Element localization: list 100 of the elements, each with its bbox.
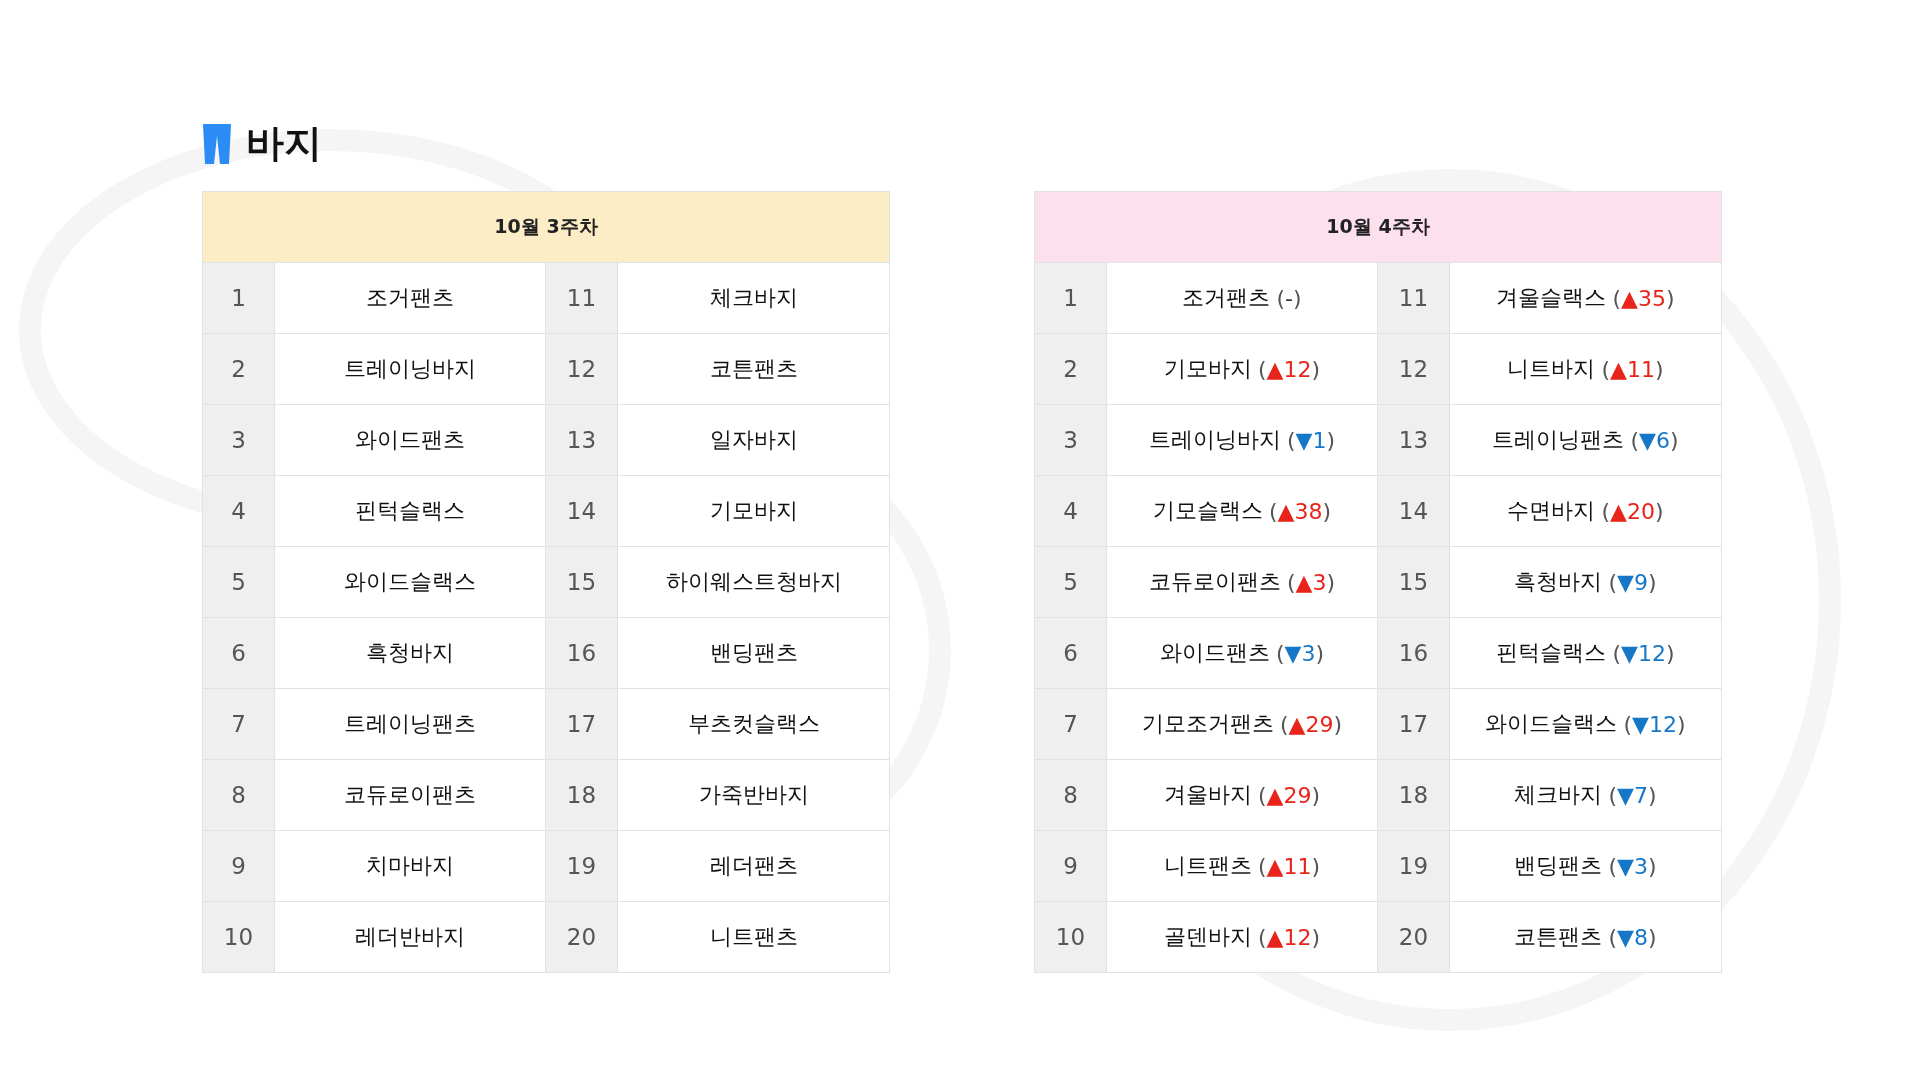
item-name: 골덴바지 — [1163, 923, 1252, 951]
rank-cell: 7 — [1035, 689, 1107, 759]
rank-cell: 8 — [1035, 760, 1107, 830]
rank-cell: 10 — [203, 902, 275, 972]
item-name: 수면바지 — [1507, 497, 1596, 525]
item-name: 조거팬츠 — [366, 284, 454, 312]
item-name: 니트팬츠 — [709, 923, 798, 951]
pants-icon — [202, 123, 232, 164]
item-name: 기모슬랙스 — [1152, 497, 1263, 525]
rank-cell: 4 — [1035, 476, 1107, 546]
item-name: 하이웨스트청바지 — [665, 568, 842, 596]
rank-change: (▲11) — [1257, 853, 1321, 879]
rank-cell: 9 — [203, 831, 275, 901]
rank-cell: 5 — [1035, 547, 1107, 617]
rank-cell: 3 — [1035, 405, 1107, 475]
rank-cell: 11 — [1378, 263, 1450, 333]
rank-cell: 17 — [546, 689, 618, 759]
item-name: 치마바지 — [366, 852, 454, 880]
rank-cell: 20 — [546, 902, 618, 972]
rank-cell: 13 — [546, 405, 618, 475]
item-name: 체크바지 — [709, 284, 798, 312]
rank-cell: 16 — [1378, 618, 1450, 688]
rank-change: (▲12) — [1257, 356, 1321, 382]
item-name: 트레이닝팬츠 — [344, 710, 476, 738]
item-name: 흑청바지 — [1514, 568, 1603, 596]
rank-cell: 19 — [1378, 831, 1450, 901]
rank-cell: 14 — [1378, 476, 1450, 546]
item-name: 기모바지 — [1163, 355, 1252, 383]
item-name: 겨울바지 — [1163, 781, 1252, 809]
item-name: 부츠컷슬랙스 — [687, 710, 820, 738]
item-name: 트레이닝바지 — [344, 355, 476, 383]
item-name: 가죽반바지 — [698, 781, 809, 809]
rank-cell: 6 — [1035, 618, 1107, 688]
rank-change: (▼12) — [1612, 640, 1675, 666]
item-name: 와이드슬랙스 — [344, 568, 476, 596]
rank-cell: 7 — [203, 689, 275, 759]
rank-cell: 12 — [546, 334, 618, 404]
rank-cell: 19 — [546, 831, 618, 901]
item-name: 코튼팬츠 — [1514, 923, 1603, 951]
rank-change: (▲12) — [1257, 924, 1321, 950]
item-name: 레더반바지 — [355, 923, 465, 951]
item-name: 트레이닝팬츠 — [1492, 426, 1625, 454]
item-name: 코듀로이팬츠 — [1148, 568, 1281, 596]
rank-change: (▼3) — [1608, 853, 1657, 879]
rank-cell: 16 — [546, 618, 618, 688]
rank-cell: 18 — [1378, 760, 1450, 830]
item-name: 트레이닝바지 — [1148, 426, 1281, 454]
rank-change: (▲35) — [1612, 285, 1675, 311]
rank-cell: 2 — [203, 334, 275, 404]
rank-cell: 14 — [546, 476, 618, 546]
rank-change: (▼7) — [1608, 782, 1657, 808]
item-name: 흑청바지 — [366, 639, 454, 667]
rank-change: (▼6) — [1630, 427, 1679, 453]
item-name: 일자바지 — [709, 426, 798, 454]
rank-cell: 5 — [203, 547, 275, 617]
rank-cell: 15 — [546, 547, 618, 617]
rank-cell: 10 — [1035, 902, 1107, 972]
rank-cell: 4 — [203, 476, 275, 546]
item-name: 와이드팬츠 — [355, 426, 465, 454]
item-name: 핀턱슬랙스 — [1496, 639, 1607, 667]
rank-cell: 2 — [1035, 334, 1107, 404]
rank-change: (▼9) — [1608, 569, 1657, 595]
item-name: 와이드팬츠 — [1159, 639, 1270, 667]
rank-change: (▲29) — [1257, 782, 1321, 808]
rank-cell: 1 — [203, 263, 275, 333]
rank-cell: 13 — [1378, 405, 1450, 475]
rank-cell: 9 — [1035, 831, 1107, 901]
item-name: 코튼팬츠 — [709, 355, 798, 383]
item-name: 밴딩팬츠 — [1514, 852, 1603, 880]
rank-cell: 17 — [1378, 689, 1450, 759]
item-name: 기모바지 — [709, 497, 798, 525]
rank-cell: 3 — [203, 405, 275, 475]
rank-cell: 8 — [203, 760, 275, 830]
rank-change: (▼1) — [1286, 427, 1336, 453]
rank-change: (▲11) — [1601, 356, 1664, 382]
item-name: 체크바지 — [1514, 781, 1603, 809]
rank-cell: 11 — [546, 263, 618, 333]
rank-cell: 12 — [1378, 334, 1450, 404]
item-name: 코듀로이팬츠 — [344, 781, 476, 809]
rank-cell: 20 — [1378, 902, 1450, 972]
item-name: 핀턱슬랙스 — [355, 497, 465, 525]
rank-change: (-) — [1276, 285, 1302, 311]
rank-cell: 15 — [1378, 547, 1450, 617]
item-name: 니트팬츠 — [1163, 852, 1252, 880]
table-header: 10월 3주차 — [203, 192, 889, 263]
section-title: 바지 — [246, 120, 322, 167]
rank-change: (▼8) — [1608, 924, 1657, 950]
rank-change: (▲20) — [1601, 498, 1664, 524]
item-name: 니트바지 — [1507, 355, 1596, 383]
rank-change: (▲3) — [1286, 569, 1336, 595]
item-name: 겨울슬랙스 — [1496, 284, 1607, 312]
rank-cell: 18 — [546, 760, 618, 830]
rank-cell: 6 — [203, 618, 275, 688]
rank-change: (▼12) — [1623, 711, 1686, 737]
table-header: 10월 4주차 — [1035, 192, 1721, 263]
item-name: 와이드슬랙스 — [1485, 710, 1618, 738]
item-name: 밴딩팬츠 — [709, 639, 798, 667]
rank-change: (▲29) — [1279, 711, 1343, 737]
item-name: 조거팬츠 — [1182, 284, 1271, 312]
item-name: 기모조거팬츠 — [1141, 710, 1274, 738]
